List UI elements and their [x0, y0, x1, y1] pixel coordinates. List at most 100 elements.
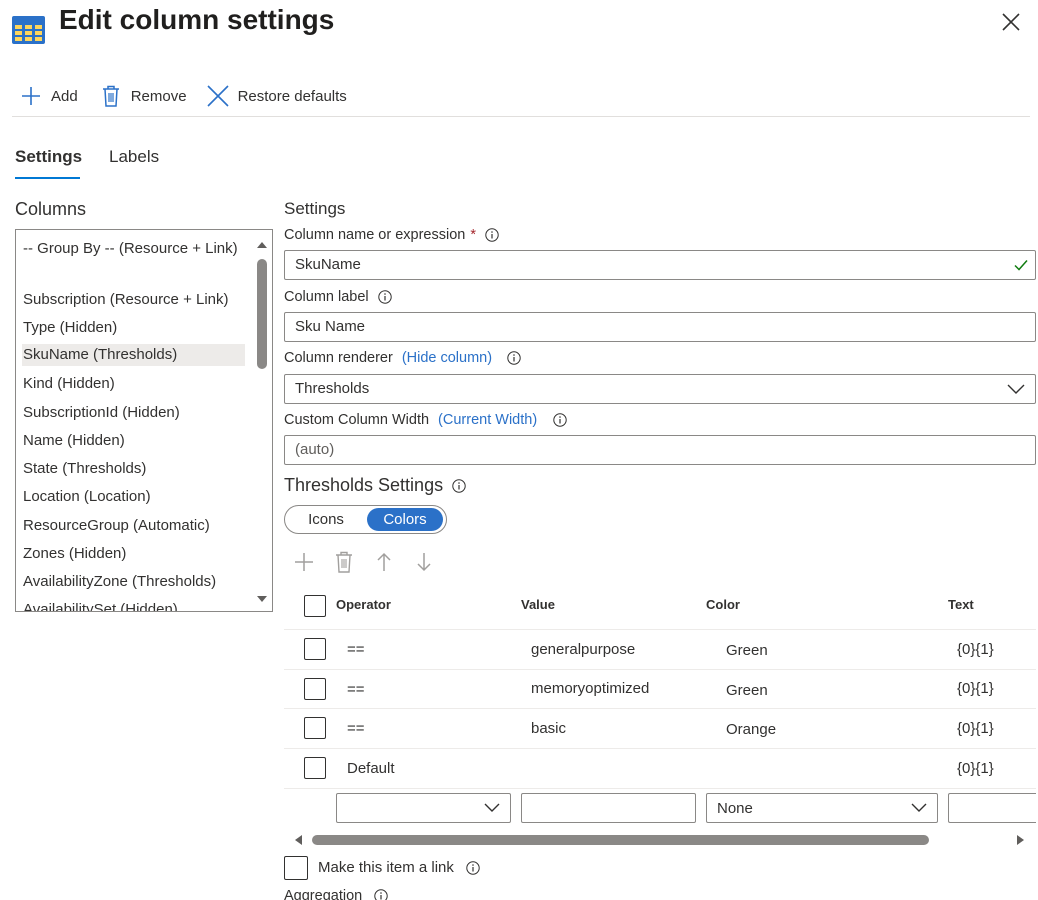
row-text[interactable]: {0}{1} — [957, 720, 994, 737]
row-text[interactable]: {0}{1} — [957, 680, 994, 697]
restore-defaults-button[interactable]: Restore defaults — [199, 80, 355, 112]
thresholds-heading: Thresholds Settings — [284, 475, 466, 496]
remove-label: Remove — [130, 87, 187, 105]
list-item[interactable]: Kind (Hidden) — [22, 373, 245, 394]
icons-colors-toggle: Icons Colors — [284, 505, 447, 534]
custom-width-input[interactable]: (auto) — [284, 435, 1036, 465]
info-icon[interactable] — [374, 889, 388, 900]
row-divider — [284, 708, 1036, 709]
scroll-thumb[interactable] — [257, 259, 267, 369]
trash-icon — [336, 551, 352, 573]
horizontal-scroll-thumb[interactable] — [312, 835, 929, 845]
list-item[interactable]: ResourceGroup (Automatic) — [22, 515, 245, 536]
row-value[interactable]: basic — [531, 720, 566, 737]
list-item[interactable]: SubscriptionId (Hidden) — [22, 402, 245, 423]
columns-heading: Columns — [15, 199, 87, 219]
row-operator[interactable]: == — [347, 720, 365, 737]
toolbar-divider — [12, 116, 1030, 117]
move-down-button[interactable] — [413, 551, 435, 573]
row-operator[interactable]: == — [347, 641, 365, 658]
row-checkbox[interactable] — [304, 757, 326, 779]
columns-list[interactable]: -- Group By -- (Resource + Link) Subscri… — [15, 229, 273, 612]
close-icon — [1002, 13, 1020, 31]
select-all-checkbox[interactable] — [304, 595, 326, 617]
arrow-up-icon — [377, 552, 391, 571]
scroll-down-arrow-icon[interactable] — [256, 594, 268, 606]
column-name-input[interactable]: SkuName — [284, 250, 1036, 280]
aggregation-label: Aggregation — [284, 888, 388, 900]
row-divider — [284, 669, 1036, 670]
row-value[interactable]: memoryoptimized — [531, 680, 649, 697]
list-item-selected[interactable]: SkuName (Thresholds) — [22, 344, 245, 366]
list-item[interactable]: -- Group By -- (Resource + Link) — [22, 238, 245, 259]
row-operator[interactable]: == — [347, 681, 365, 698]
add-button[interactable]: Add — [12, 80, 86, 112]
row-divider — [284, 748, 1036, 749]
tab-settings[interactable]: Settings — [15, 147, 82, 167]
row-value[interactable]: generalpurpose — [531, 641, 635, 658]
new-text-input[interactable] — [948, 793, 1036, 823]
move-up-button[interactable] — [373, 551, 395, 573]
toggle-colors-option[interactable]: Colors — [367, 508, 443, 531]
trash-icon — [100, 85, 122, 107]
list-item[interactable]: Location (Location) — [22, 486, 245, 507]
add-threshold-button[interactable] — [293, 551, 315, 573]
columns-scrollbar[interactable] — [256, 238, 268, 606]
chevron-down-icon — [484, 803, 500, 812]
table-icon — [12, 16, 45, 44]
header-operator: Operator — [336, 597, 391, 612]
row-checkbox[interactable] — [304, 678, 326, 700]
row-operator: Default — [347, 760, 395, 777]
active-tab-indicator — [15, 177, 80, 179]
page-title: Edit column settings — [59, 4, 335, 35]
current-width-link[interactable]: (Current Width) — [438, 412, 537, 428]
toggle-icons-option[interactable]: Icons — [293, 508, 359, 531]
row-color[interactable]: Green — [726, 642, 768, 659]
row-color[interactable]: Orange — [726, 721, 776, 738]
info-icon[interactable] — [452, 478, 466, 493]
delete-threshold-button[interactable] — [333, 551, 355, 573]
arrow-down-icon — [417, 553, 431, 572]
scroll-right-arrow-icon[interactable] — [1016, 834, 1026, 846]
make-link-checkbox[interactable] — [284, 856, 308, 880]
row-color[interactable]: Green — [726, 682, 768, 699]
column-label-input[interactable]: Sku Name — [284, 312, 1036, 342]
row-text[interactable]: {0}{1} — [957, 641, 994, 658]
tab-labels[interactable]: Labels — [109, 147, 159, 167]
list-item[interactable]: AvailabilityZone (Thresholds) — [22, 571, 245, 592]
required-indicator: * — [470, 227, 476, 243]
chevron-down-icon — [1007, 384, 1025, 394]
info-icon[interactable] — [485, 228, 499, 242]
info-icon[interactable] — [553, 413, 567, 427]
info-icon[interactable] — [507, 351, 521, 365]
info-icon[interactable] — [377, 290, 392, 304]
list-item[interactable]: Type (Hidden) — [22, 317, 245, 338]
chevron-down-icon — [911, 803, 927, 812]
list-item[interactable]: Subscription (Resource + Link) — [22, 289, 245, 310]
close-button[interactable] — [996, 8, 1026, 36]
new-value-input[interactable] — [521, 793, 696, 823]
row-text[interactable]: {0}{1} — [957, 760, 994, 777]
list-item[interactable]: Name (Hidden) — [22, 430, 245, 451]
remove-button[interactable]: Remove — [92, 80, 195, 112]
column-renderer-dropdown[interactable]: Thresholds — [284, 374, 1036, 404]
settings-heading: Settings — [284, 199, 346, 218]
hide-column-link[interactable]: (Hide column) — [402, 350, 492, 366]
scroll-up-arrow-icon[interactable] — [256, 238, 268, 250]
list-item[interactable]: AvailabilitySet (Hidden) — [22, 599, 245, 611]
header-value: Value — [521, 597, 555, 612]
column-renderer-label: Column renderer (Hide column) — [284, 350, 521, 366]
row-divider — [284, 629, 1036, 630]
list-item[interactable]: Zones (Hidden) — [22, 543, 245, 564]
scroll-left-arrow-icon[interactable] — [293, 834, 303, 846]
new-color-dropdown[interactable]: None — [706, 793, 938, 823]
checkmark-icon — [1014, 260, 1028, 271]
row-checkbox[interactable] — [304, 717, 326, 739]
list-item[interactable]: State (Thresholds) — [22, 458, 245, 479]
new-operator-dropdown[interactable] — [336, 793, 511, 823]
row-checkbox[interactable] — [304, 638, 326, 660]
plus-icon — [20, 85, 42, 107]
info-icon[interactable] — [466, 860, 480, 875]
plus-icon — [295, 553, 313, 571]
make-link-label: Make this item a link — [318, 859, 480, 876]
